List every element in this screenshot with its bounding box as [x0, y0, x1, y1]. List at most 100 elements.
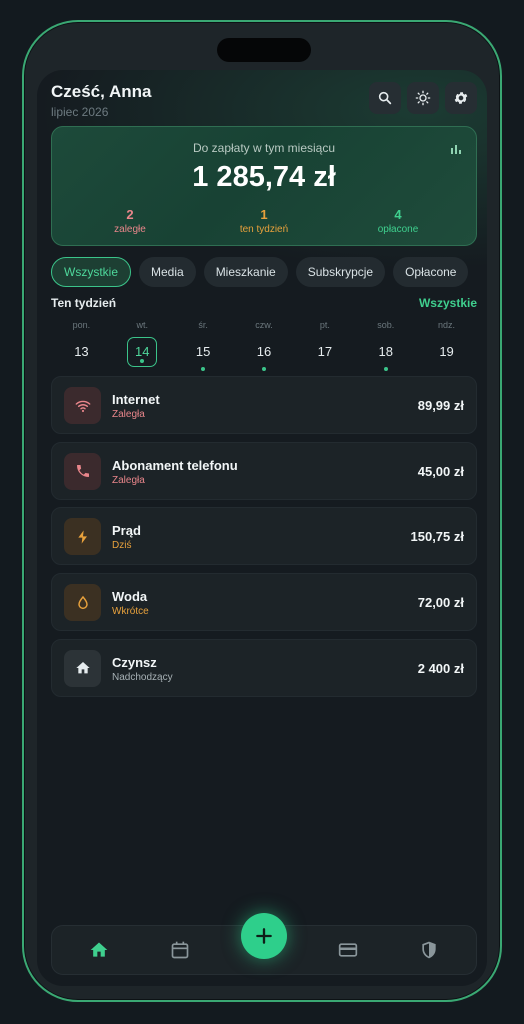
- bill-status: Nadchodzący: [112, 671, 173, 683]
- phone-frame: Cześć, Anna lipiec 2026 Do zapłaty w tym…: [22, 20, 502, 1002]
- day-number-text: 16: [256, 344, 272, 359]
- nav-security[interactable]: [418, 939, 440, 961]
- bill-icon-tile: [64, 452, 101, 490]
- bill-status: Wkrótce: [112, 606, 149, 618]
- bill-amount: 72,00 zł: [417, 595, 464, 611]
- stat-this-week[interactable]: 1 ten tydzień: [209, 207, 319, 235]
- bill-icon-tile: [64, 387, 101, 424]
- bill-amount: 150,75 zł: [410, 529, 465, 545]
- day-15[interactable]: śr. 15: [183, 320, 223, 371]
- day-number-text: 19: [439, 344, 454, 359]
- stat-paid[interactable]: 4 opłacone: [343, 207, 453, 235]
- chart-icon[interactable]: [450, 143, 462, 155]
- day-number: 18: [371, 337, 401, 371]
- bill-row[interactable]: Internet Zaległa 89,99 zł: [51, 376, 477, 434]
- monthly-summary-card[interactable]: Do zapłaty w tym miesiącu 1 285,74 zł 2 …: [51, 126, 477, 246]
- drop-icon: [77, 595, 88, 609]
- theme-toggle-button[interactable]: [407, 82, 439, 114]
- due-dot: [201, 367, 206, 371]
- add-bill-button[interactable]: [241, 913, 287, 959]
- day-number: 19: [432, 337, 462, 367]
- nav-cards[interactable]: [337, 939, 359, 961]
- day-19[interactable]: ndz. 19: [427, 320, 467, 367]
- home-icon: [90, 942, 108, 957]
- stat-this-week-label: ten tydzień: [239, 224, 289, 235]
- day-number-text: 15: [195, 344, 211, 359]
- stat-overdue-label: zaległe: [114, 224, 146, 235]
- calendar-icon: [171, 941, 189, 959]
- stat-overdue-count: 2: [126, 207, 134, 222]
- bill-name: Czynsz: [112, 654, 157, 670]
- day-number-text: 18: [378, 344, 393, 359]
- bill-amount: 45,00 zł: [417, 463, 464, 479]
- day-number: 15: [188, 337, 218, 371]
- day-14[interactable]: wt. 14: [122, 320, 162, 367]
- stat-paid-count: 4: [394, 207, 402, 222]
- camera-notch: [217, 38, 311, 62]
- home-icon: [75, 662, 90, 674]
- bill-status: Zaległa: [112, 409, 145, 420]
- day-name: pon.: [72, 320, 91, 330]
- day-name: sob.: [377, 320, 395, 330]
- bill-icon-tile: [64, 649, 101, 687]
- search-button[interactable]: [369, 82, 401, 114]
- filter-chip-subscriptions[interactable]: Subskrypcje: [295, 257, 386, 287]
- bill-amount: 2 400 zł: [417, 660, 464, 676]
- bill-status: Dziś: [112, 540, 132, 552]
- bill-icon-tile: [64, 518, 101, 556]
- day-number: 13: [66, 337, 96, 367]
- phone-icon: [76, 465, 89, 478]
- day-number: 14: [127, 337, 158, 367]
- day-name: pt.: [319, 320, 330, 330]
- bill-row[interactable]: Czynsz Nadchodzący 2 400 zł: [51, 638, 477, 697]
- day-name: czw.: [255, 320, 273, 330]
- stat-this-week-count: 1: [260, 207, 268, 222]
- summary-amount: 1 285,74 zł: [192, 161, 336, 193]
- bill-row[interactable]: Abonament telefonu Zaległa 45,00 zł: [51, 441, 477, 500]
- header: Cześć, Anna lipiec 2026: [51, 82, 151, 119]
- bill-name: Prąd: [112, 523, 141, 539]
- bill-icon-tile: [64, 584, 101, 622]
- shield-icon: [422, 941, 436, 959]
- settings-button[interactable]: [445, 82, 477, 114]
- wifi-icon: [75, 400, 90, 412]
- filter-chip-housing[interactable]: Mieszkanie: [203, 257, 288, 287]
- plus-icon: [256, 928, 272, 944]
- bolt-icon: [77, 530, 87, 544]
- due-dot: [383, 367, 388, 371]
- day-name: wt.: [136, 320, 149, 330]
- day-number-text: 13: [74, 344, 89, 359]
- greeting: Cześć, Anna: [51, 82, 152, 101]
- day-number-text: 14: [135, 344, 150, 359]
- stat-overdue[interactable]: 2 zaległe: [75, 207, 185, 235]
- day-18[interactable]: sob. 18: [366, 320, 406, 371]
- nav-calendar[interactable]: [169, 939, 191, 961]
- bills-list: Internet Zaległa 89,99 zł Abonament telefon…: [51, 376, 477, 704]
- bill-name: Abonament telefonu: [112, 457, 238, 473]
- day-number: 17: [310, 337, 340, 367]
- card-icon: [338, 943, 358, 957]
- due-dot: [262, 367, 266, 371]
- day-number-text: 17: [317, 344, 333, 359]
- stat-paid-label: opłacone: [377, 224, 419, 235]
- filter-chip-all[interactable]: Wszystkie: [51, 257, 131, 287]
- app-screen: Cześć, Anna lipiec 2026 Do zapłaty w tym…: [37, 70, 487, 986]
- week-title: Ten tydzień: [51, 296, 117, 310]
- day-17[interactable]: pt. 17: [305, 320, 345, 367]
- week-see-all-link[interactable]: Wszystkie: [419, 296, 477, 310]
- bill-name: Internet: [112, 392, 160, 407]
- gear-icon: [454, 92, 468, 104]
- bill-row[interactable]: Woda Wkrótce 72,00 zł: [51, 573, 477, 632]
- filter-chip-media[interactable]: Media: [139, 257, 196, 287]
- nav-home[interactable]: [88, 939, 110, 961]
- bill-status: Zaległa: [112, 474, 145, 486]
- search-icon: [378, 91, 392, 105]
- bill-row[interactable]: Prąd Dziś 150,75 zł: [51, 507, 477, 566]
- filter-chips: Wszystkie Media Mieszkanie Subskrypcje O…: [51, 257, 469, 287]
- due-dot: [140, 359, 145, 363]
- filter-chip-paid[interactable]: Opłacone: [393, 257, 469, 287]
- day-16[interactable]: czw. 16: [244, 320, 284, 371]
- brightness-icon: [415, 90, 431, 106]
- day-13[interactable]: pon. 13: [61, 320, 101, 367]
- bill-amount: 89,99 zł: [417, 398, 464, 413]
